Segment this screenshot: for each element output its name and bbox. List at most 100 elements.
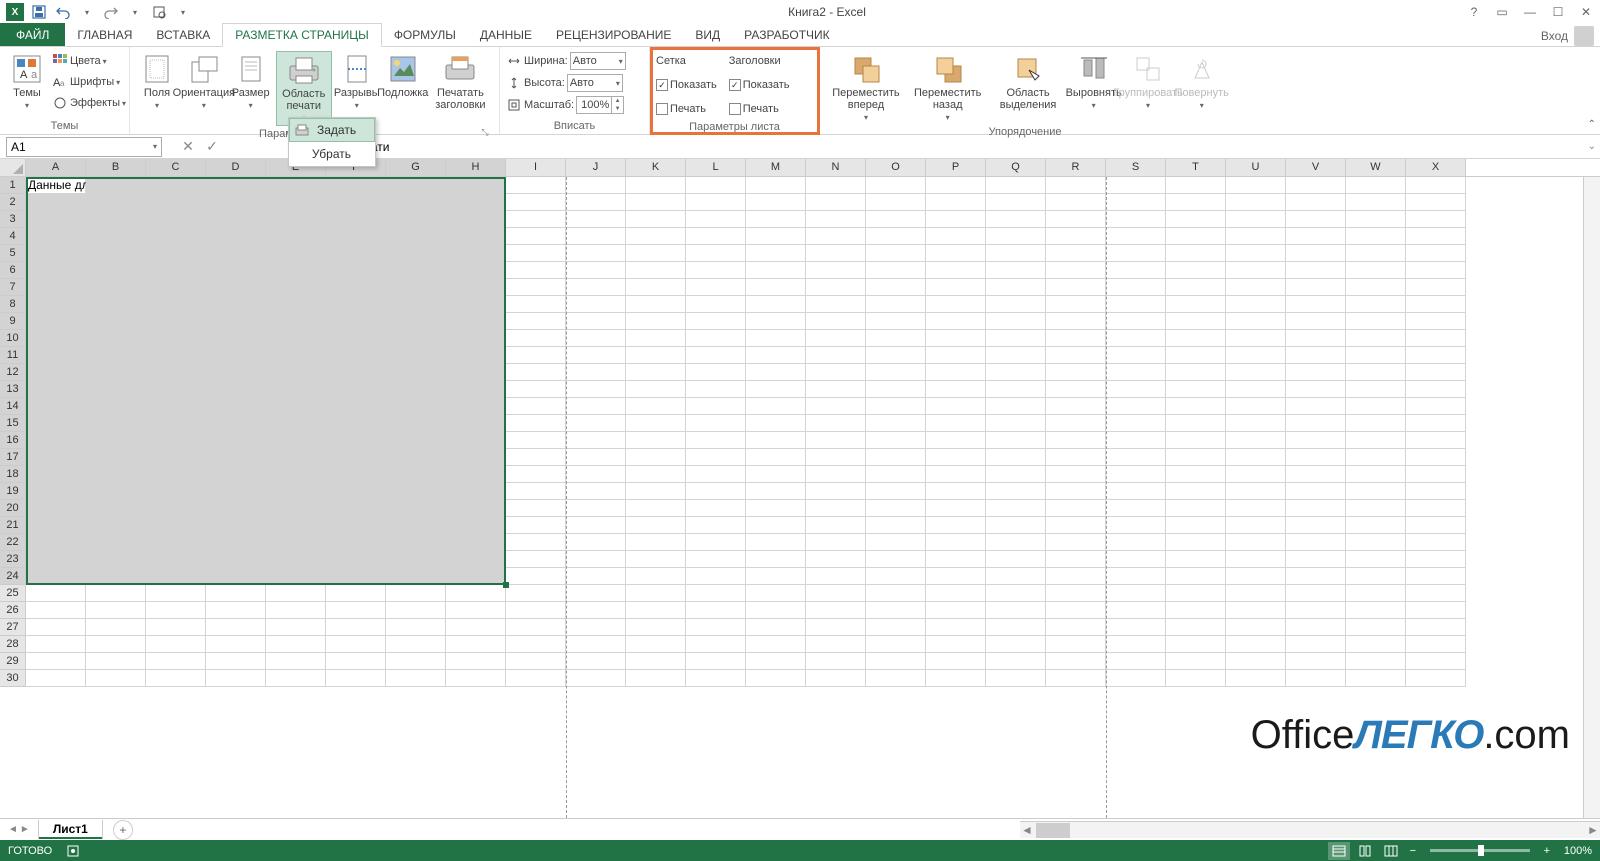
cell[interactable] — [866, 347, 926, 364]
cell[interactable] — [26, 517, 86, 534]
view-page-layout-button[interactable] — [1354, 842, 1376, 860]
cell[interactable] — [1226, 585, 1286, 602]
cell[interactable] — [686, 211, 746, 228]
cell[interactable] — [686, 517, 746, 534]
cell[interactable] — [86, 228, 146, 245]
cell[interactable] — [206, 449, 266, 466]
cell[interactable] — [1046, 551, 1106, 568]
cell[interactable] — [746, 245, 806, 262]
cell[interactable] — [326, 551, 386, 568]
cell[interactable] — [1406, 534, 1466, 551]
cell[interactable] — [986, 466, 1046, 483]
cell[interactable] — [626, 262, 686, 279]
tab-review[interactable]: РЕЦЕНЗИРОВАНИЕ — [544, 24, 683, 46]
cell[interactable] — [686, 296, 746, 313]
row-header[interactable]: 1 — [0, 177, 26, 194]
cell[interactable] — [1406, 517, 1466, 534]
cell[interactable] — [1106, 313, 1166, 330]
cell[interactable] — [146, 670, 206, 687]
cell[interactable] — [806, 636, 866, 653]
column-header[interactable]: H — [446, 159, 506, 176]
row-header[interactable]: 10 — [0, 330, 26, 347]
cell[interactable] — [266, 415, 326, 432]
cell[interactable] — [866, 296, 926, 313]
cell[interactable] — [686, 313, 746, 330]
cell[interactable] — [1046, 670, 1106, 687]
cell[interactable] — [1166, 449, 1226, 466]
cell[interactable] — [1226, 194, 1286, 211]
zoom-slider[interactable] — [1430, 849, 1530, 852]
cell[interactable] — [986, 568, 1046, 585]
cell[interactable] — [206, 602, 266, 619]
cell[interactable] — [806, 245, 866, 262]
cell[interactable] — [1166, 483, 1226, 500]
cell[interactable] — [26, 313, 86, 330]
cell[interactable] — [146, 262, 206, 279]
cell[interactable] — [446, 653, 506, 670]
row-header[interactable]: 26 — [0, 602, 26, 619]
cell[interactable] — [146, 381, 206, 398]
cell[interactable] — [1406, 653, 1466, 670]
cell[interactable] — [746, 449, 806, 466]
row-header[interactable]: 13 — [0, 381, 26, 398]
cell[interactable] — [1106, 245, 1166, 262]
cell[interactable] — [626, 432, 686, 449]
cell[interactable] — [1166, 619, 1226, 636]
cell[interactable] — [26, 636, 86, 653]
cell[interactable] — [1286, 551, 1346, 568]
cell[interactable] — [86, 330, 146, 347]
cell[interactable] — [1166, 568, 1226, 585]
cell[interactable] — [86, 517, 146, 534]
cell[interactable] — [386, 517, 446, 534]
cell[interactable] — [626, 585, 686, 602]
cell[interactable] — [146, 619, 206, 636]
cell[interactable] — [746, 585, 806, 602]
cell[interactable] — [926, 313, 986, 330]
cell[interactable] — [806, 381, 866, 398]
cell[interactable] — [986, 347, 1046, 364]
cell[interactable] — [626, 466, 686, 483]
cell[interactable] — [1286, 449, 1346, 466]
cell[interactable] — [566, 228, 626, 245]
row-header[interactable]: 19 — [0, 483, 26, 500]
cell[interactable] — [986, 602, 1046, 619]
cell[interactable] — [1226, 653, 1286, 670]
cell[interactable] — [866, 279, 926, 296]
cell[interactable] — [626, 211, 686, 228]
cell[interactable] — [1286, 228, 1346, 245]
cell[interactable] — [986, 483, 1046, 500]
cell[interactable] — [626, 653, 686, 670]
cell[interactable] — [806, 466, 866, 483]
cell[interactable] — [566, 194, 626, 211]
cell[interactable] — [1166, 602, 1226, 619]
cell[interactable] — [1226, 619, 1286, 636]
cell[interactable] — [326, 602, 386, 619]
tab-home[interactable]: ГЛАВНАЯ — [65, 24, 144, 46]
cell[interactable] — [986, 330, 1046, 347]
cell[interactable] — [386, 262, 446, 279]
cell[interactable] — [1046, 245, 1106, 262]
cell[interactable] — [266, 670, 326, 687]
column-header[interactable]: C — [146, 159, 206, 176]
cell[interactable] — [326, 415, 386, 432]
cell[interactable] — [806, 296, 866, 313]
cell[interactable] — [566, 364, 626, 381]
cell[interactable] — [806, 653, 866, 670]
row-header[interactable]: 5 — [0, 245, 26, 262]
cell[interactable] — [986, 177, 1046, 194]
cell[interactable] — [1106, 211, 1166, 228]
cell[interactable] — [446, 364, 506, 381]
cell[interactable] — [686, 228, 746, 245]
cell[interactable] — [206, 517, 266, 534]
cell[interactable] — [1346, 415, 1406, 432]
cell[interactable] — [266, 381, 326, 398]
cell[interactable] — [506, 534, 566, 551]
cell[interactable] — [1346, 585, 1406, 602]
cell[interactable] — [326, 483, 386, 500]
cell[interactable] — [26, 415, 86, 432]
cell[interactable] — [26, 670, 86, 687]
cell[interactable] — [1346, 245, 1406, 262]
align-button[interactable]: Выровнять▾ — [1071, 51, 1117, 112]
cell[interactable] — [86, 313, 146, 330]
cell[interactable] — [326, 517, 386, 534]
